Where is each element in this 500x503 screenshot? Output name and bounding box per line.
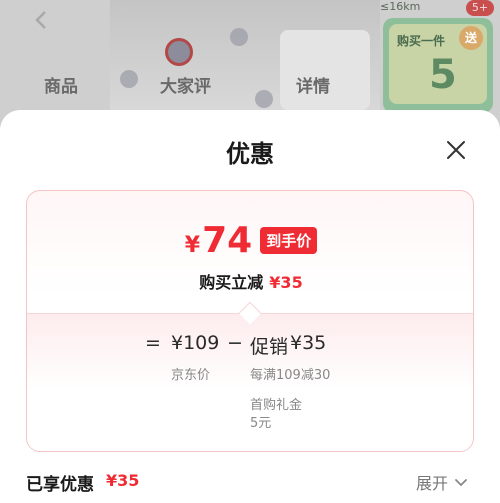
flower-decoration — [120, 70, 138, 88]
close-button[interactable] — [440, 134, 472, 166]
expand-button[interactable]: 展开 — [416, 470, 468, 494]
back-icon — [30, 8, 54, 32]
promo-label: 促销 — [250, 336, 289, 358]
minus-sign: − — [227, 332, 243, 354]
enjoyed-discount-amount: ¥35 — [106, 471, 140, 490]
tab-details[interactable]: 详情 — [296, 72, 330, 97]
brand-logo — [165, 38, 193, 66]
chevron-down-icon — [455, 479, 467, 487]
product-bottle-image — [280, 30, 370, 110]
promo-card-bubble: 送 — [459, 26, 483, 50]
expand-label: 展开 — [416, 474, 449, 493]
discount-sheet: 优惠 ¥ 74 到手价 购买立减 ¥35 = ¥109 京东价 − 促销 ¥35 … — [0, 110, 500, 503]
tab-reviews[interactable]: 大家评 — [160, 72, 211, 97]
savings-amount: ¥35 — [269, 273, 303, 292]
promo-rule-full-reduction: 每满109减30 — [250, 368, 331, 383]
message-badge[interactable]: 5+ — [466, 0, 494, 16]
final-price-tag: 到手价 — [260, 227, 318, 254]
final-price-currency: ¥ — [184, 233, 201, 258]
tab-products[interactable]: 商品 — [44, 72, 78, 97]
original-price: ¥109 — [171, 332, 220, 354]
breakdown-panel: = ¥109 京东价 − 促销 ¥35 每满109减30 首购礼金 5元 — [27, 313, 473, 451]
savings-row: 购买立减 ¥35 — [27, 269, 473, 293]
savings-label: 购买立减 — [199, 273, 264, 292]
enjoyed-discount-label: 已享优惠 — [26, 475, 94, 495]
final-price-row: ¥ 74 到手价 — [27, 220, 473, 261]
original-price-label: 京东价 — [171, 368, 211, 383]
promo-card[interactable]: 购买一件 送 5 — [383, 18, 493, 113]
price-breakdown-card: ¥ 74 到手价 购买立减 ¥35 = ¥109 京东价 − 促销 ¥35 每满1… — [26, 190, 474, 452]
close-icon — [447, 141, 465, 159]
promo-card-number: 5 — [429, 52, 457, 98]
flower-decoration — [230, 28, 248, 46]
promo-amount: ¥35 — [290, 332, 327, 354]
equals-sign: = — [145, 332, 161, 354]
promo-rule-first-purchase-amount: 5元 — [250, 416, 272, 431]
distance-text: ≤16km — [380, 0, 421, 13]
final-price-value: 74 — [202, 220, 253, 261]
flower-decoration — [255, 90, 273, 108]
promo-rule-first-purchase: 首购礼金 — [250, 398, 303, 413]
sheet-title: 优惠 — [226, 140, 274, 168]
promo-card-title: 购买一件 — [397, 34, 446, 48]
